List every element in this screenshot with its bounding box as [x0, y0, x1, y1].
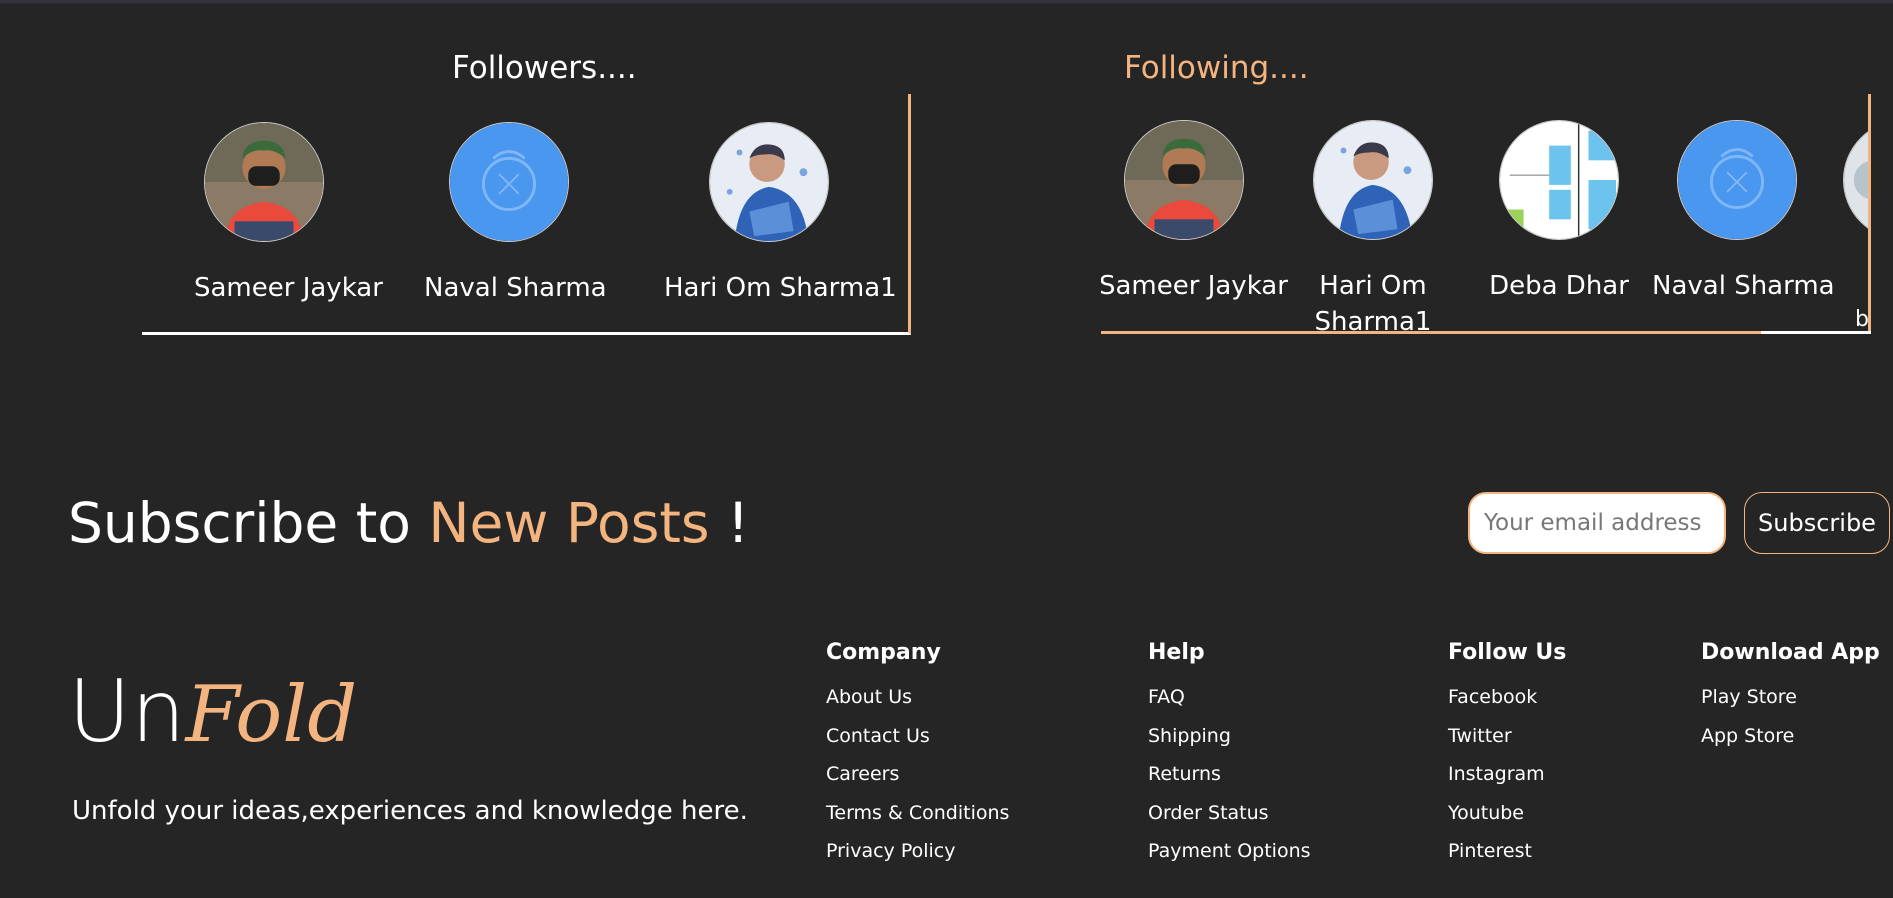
footer-help-column: Help FAQ Shipping Returns Order Status P…: [1148, 638, 1311, 871]
footer-link-payment-options[interactable]: Payment Options: [1148, 832, 1311, 871]
footer-link-app-store[interactable]: App Store: [1701, 717, 1880, 756]
footer-link-shipping[interactable]: Shipping: [1148, 717, 1311, 756]
footer-link-play-store[interactable]: Play Store: [1701, 678, 1880, 717]
subscribe-heading-suffix: !: [727, 491, 750, 555]
follower-name[interactable]: Naval Sharma: [424, 270, 607, 306]
footer-link-facebook[interactable]: Facebook: [1448, 678, 1566, 717]
blue-crest-avatar[interactable]: [449, 122, 569, 242]
following-card-partial[interactable]: [1843, 120, 1868, 240]
masked-man-avatar[interactable]: [1124, 120, 1244, 240]
footer-link-contact-us[interactable]: Contact Us: [826, 717, 1009, 756]
footer-link-pinterest[interactable]: Pinterest: [1448, 832, 1566, 871]
following-scroll-thumb[interactable]: [1761, 331, 1871, 334]
logo-un: Un: [68, 662, 186, 762]
subscribe-heading-accent: New Posts: [428, 491, 710, 555]
footer-link-order-status[interactable]: Order Status: [1148, 794, 1311, 833]
logo-fold: Fold: [185, 670, 358, 760]
follower-card[interactable]: Hari Om Sharma1: [664, 122, 897, 306]
subscribe-heading: Subscribe to New Posts !: [68, 488, 749, 558]
subscribe-heading-prefix: Subscribe to: [68, 491, 411, 555]
following-card[interactable]: Deba Dhar: [1474, 120, 1644, 304]
footer-link-returns[interactable]: Returns: [1148, 755, 1311, 794]
follower-name[interactable]: Hari Om Sharma1: [664, 270, 897, 306]
following-name[interactable]: Sameer Jaykar: [1101, 268, 1288, 304]
footer-link-terms[interactable]: Terms & Conditions: [826, 794, 1009, 833]
footballer-avatar[interactable]: [1313, 120, 1433, 240]
top-border: [0, 0, 1893, 3]
tagline: Unfold your ideas,experiences and knowle…: [72, 796, 748, 826]
following-name[interactable]: Hari Om Sharma1: [1303, 268, 1443, 332]
footer-link-instagram[interactable]: Instagram: [1448, 755, 1566, 794]
footer-follow-column: Follow Us Facebook Twitter Instagram You…: [1448, 638, 1566, 871]
following-panel: Sameer Jaykar Hari Om Sharma1 Deba Dhar …: [1101, 94, 1871, 332]
footer-link-faq[interactable]: FAQ: [1148, 678, 1311, 717]
footer-company-column: Company About Us Contact Us Careers Term…: [826, 638, 1009, 871]
unfold-logo[interactable]: UnFold: [68, 662, 357, 786]
following-card[interactable]: Hari Om Sharma1: [1303, 120, 1443, 332]
following-card[interactable]: Sameer Jaykar: [1101, 120, 1288, 304]
footballer-avatar[interactable]: [709, 122, 829, 242]
subscribe-button[interactable]: Subscribe: [1744, 492, 1890, 554]
footer-download-title: Download App: [1701, 640, 1880, 665]
partial-name-fragment: b: [1855, 307, 1869, 332]
footer-company-title: Company: [826, 640, 941, 665]
partial-avatar[interactable]: [1843, 120, 1868, 240]
footer-link-youtube[interactable]: Youtube: [1448, 794, 1566, 833]
footer-follow-title: Follow Us: [1448, 640, 1567, 665]
follower-name[interactable]: Sameer Jaykar: [194, 270, 383, 306]
footer-link-careers[interactable]: Careers: [826, 755, 1009, 794]
footer-help-title: Help: [1148, 640, 1205, 665]
floorplan-avatar[interactable]: [1499, 120, 1619, 240]
following-scroll-track: [1101, 331, 1761, 334]
following-title: Following....: [1124, 50, 1309, 86]
masked-man-avatar[interactable]: [204, 122, 324, 242]
footer-link-privacy[interactable]: Privacy Policy: [826, 832, 1009, 871]
footer-download-column: Download App Play Store App Store: [1701, 638, 1880, 755]
follower-card[interactable]: Naval Sharma: [424, 122, 607, 306]
following-card[interactable]: Naval Sharma: [1652, 120, 1835, 304]
email-input[interactable]: [1468, 492, 1726, 554]
blue-crest-avatar[interactable]: [1677, 120, 1797, 240]
followers-title: Followers....: [452, 50, 637, 86]
follower-card[interactable]: Sameer Jaykar: [194, 122, 383, 306]
footer-link-twitter[interactable]: Twitter: [1448, 717, 1566, 756]
following-name[interactable]: Naval Sharma: [1652, 268, 1835, 304]
footer-link-about-us[interactable]: About Us: [826, 678, 1009, 717]
following-name[interactable]: Deba Dhar: [1474, 268, 1644, 304]
